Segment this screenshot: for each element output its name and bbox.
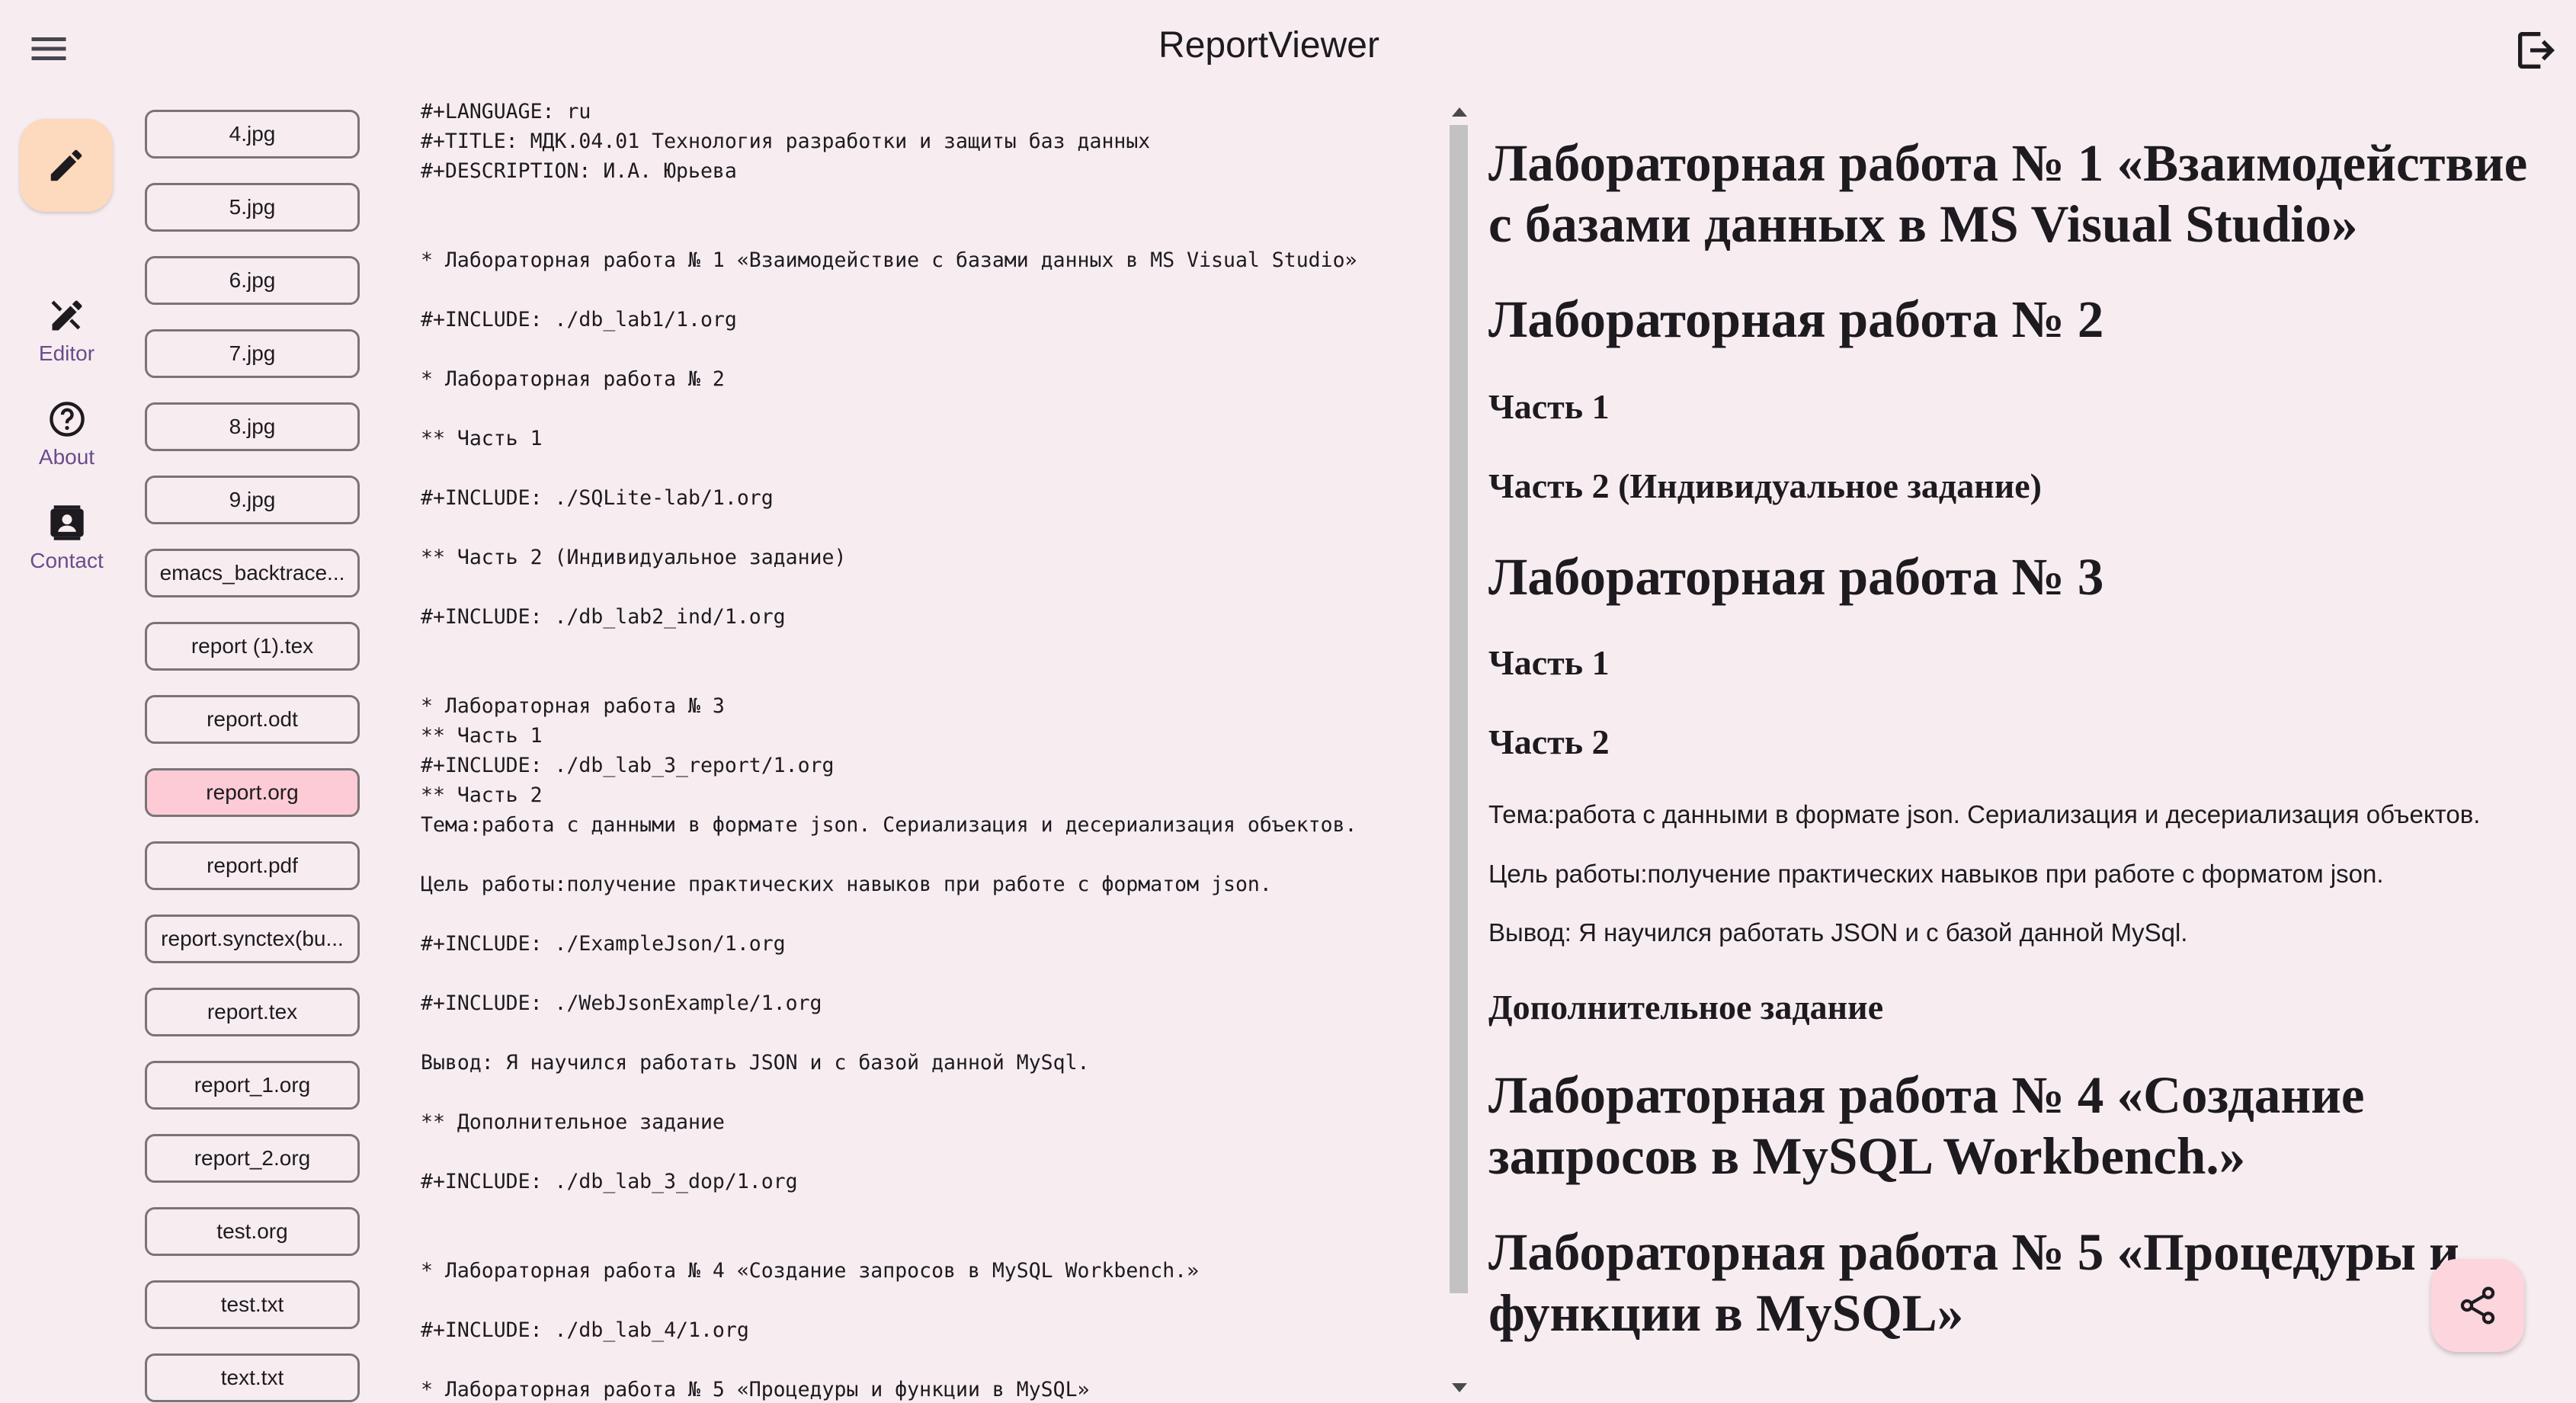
nav-label-contact: Contact (30, 549, 104, 572)
preview-heading-lab3: Лабораторная работа № 3 (1488, 548, 2104, 606)
logout-icon[interactable] (2512, 26, 2561, 75)
preview-heading-extra: Дополнительное задание (1488, 988, 1884, 1027)
editor-line: * Лабораторная работа № 5 «Процедуры и ф… (421, 1378, 1090, 1401)
top-app-bar: ReportViewer (0, 0, 2576, 99)
file-item[interactable]: 8.jpg (145, 402, 360, 451)
source-editor[interactable]: #+LANGUAGE: ru #+TITLE: МДК.04.01 Технол… (418, 98, 1443, 1403)
file-item[interactable]: 9.jpg (145, 476, 360, 524)
preview-paragraph-goal: Цель работы:получение практических навык… (1488, 860, 2384, 888)
file-item[interactable]: 4.jpg (145, 110, 360, 159)
share-icon (2460, 1286, 2495, 1325)
file-item[interactable]: 5.jpg (145, 183, 360, 232)
contact-card-icon (50, 505, 84, 540)
preview-heading-lab1: Лабораторная работа № 1 «Взаимодействие … (1488, 134, 2528, 253)
editor-line: ** Часть 1 (421, 427, 543, 450)
preview-paragraph-topic: Тема:работа с данными в формате json. Се… (1488, 800, 2481, 828)
file-item[interactable]: report_1.org (145, 1061, 360, 1110)
file-item[interactable]: report (1).tex (145, 622, 360, 671)
preview-heading-lab3-part1: Часть 1 (1488, 643, 1610, 682)
scroll-up-arrow-icon[interactable] (1452, 107, 1467, 117)
file-item[interactable]: test.txt (145, 1280, 360, 1329)
scrollbar-thumb[interactable] (1450, 125, 1468, 1293)
editor-line: #+INCLUDE: ./ExampleJson/1.org (421, 932, 786, 956)
share-fab-button[interactable] (2431, 1259, 2524, 1352)
file-item[interactable]: report_2.org (145, 1134, 360, 1183)
preview-heading-lab2: Лабораторная работа № 2 (1488, 290, 2104, 348)
editor-line: #+INCLUDE: ./db_lab_4/1.org (421, 1318, 749, 1342)
nav-label-about: About (38, 445, 95, 469)
editor-line: * Лабораторная работа № 2 (421, 367, 725, 391)
report-preview: Лабораторная работа № 1 «Взаимодействие … (1488, 130, 2555, 1403)
edit-fab-button[interactable] (20, 119, 113, 212)
scroll-down-arrow-icon[interactable] (1452, 1383, 1467, 1392)
editor-line: #+INCLUDE: ./db_lab_3_dop/1.org (421, 1170, 798, 1193)
file-item[interactable]: report.odt (145, 695, 360, 744)
nav-item-contact[interactable]: Contact (0, 503, 133, 573)
preview-heading-lab5: Лабораторная работа № 5 «Процедуры и фун… (1488, 1223, 2459, 1342)
nav-item-about[interactable]: About (0, 399, 133, 469)
file-item[interactable]: 7.jpg (145, 329, 360, 378)
preview-heading-lab2-part2: Часть 2 (Индивидуальное задание) (1488, 466, 2042, 505)
editor-line: #+INCLUDE: ./WebJsonExample/1.org (421, 991, 822, 1015)
editor-line: #+TITLE: МДК.04.01 Технология разработки… (421, 130, 1151, 153)
nav-label-editor: Editor (38, 341, 95, 365)
nav-item-editor[interactable]: Editor (0, 296, 133, 366)
editor-line: #+DESCRIPTION: И.А. Юрьева (421, 159, 737, 183)
file-item[interactable]: report.tex (145, 988, 360, 1036)
app-title: ReportViewer (1158, 25, 1379, 66)
preview-heading-lab2-part1: Часть 1 (1488, 387, 1610, 426)
navigation-rail: Editor About Contact (0, 114, 133, 617)
file-item[interactable]: test.org (145, 1207, 360, 1256)
editor-line: * Лабораторная работа № 3 (421, 694, 725, 718)
editor-line: #+INCLUDE: ./db_lab2_ind/1.org (421, 605, 786, 629)
file-item[interactable]: report.synctex(bu... (145, 915, 360, 963)
editor-line: ** Часть 2 (Индивидуальное задание) (421, 546, 847, 569)
pencil-icon (50, 149, 82, 181)
editor-line: * Лабораторная работа № 1 «Взаимодействи… (421, 248, 1357, 272)
file-item-selected[interactable]: report.org (145, 768, 360, 817)
file-item[interactable]: emacs_backtrace... (145, 549, 360, 597)
editor-line: ** Часть 2 (421, 783, 543, 807)
editor-line: #+INCLUDE: ./db_lab1/1.org (421, 308, 737, 332)
editor-line: Тема:работа с данными в формате json. Се… (421, 813, 1357, 837)
edit-tools-icon (50, 300, 82, 331)
file-item[interactable]: 6.jpg (145, 256, 360, 305)
file-item[interactable]: text.txt (145, 1353, 360, 1402)
help-circle-icon (49, 402, 85, 437)
editor-line: Вывод: Я научился работать JSON и с базо… (421, 1051, 1090, 1075)
editor-line: ** Часть 1 (421, 724, 543, 748)
editor-line: Цель работы:получение практических навык… (421, 873, 1272, 896)
editor-line: #+LANGUAGE: ru (421, 100, 591, 123)
editor-line: #+INCLUDE: ./db_lab_3_report/1.org (421, 754, 835, 777)
editor-line: ** Дополнительное задание (421, 1110, 725, 1134)
preview-paragraph-conclusion: Вывод: Я научился работать JSON и с базо… (1488, 918, 2188, 947)
file-item[interactable]: report.pdf (145, 841, 360, 890)
editor-line: #+INCLUDE: ./SQLite-lab/1.org (421, 486, 774, 510)
editor-line: * Лабораторная работа № 4 «Создание запр… (421, 1259, 1200, 1283)
preview-heading-lab4: Лабораторная работа № 4 «Создание запрос… (1488, 1066, 2365, 1185)
preview-heading-lab3-part2: Часть 2 (1488, 722, 1610, 761)
